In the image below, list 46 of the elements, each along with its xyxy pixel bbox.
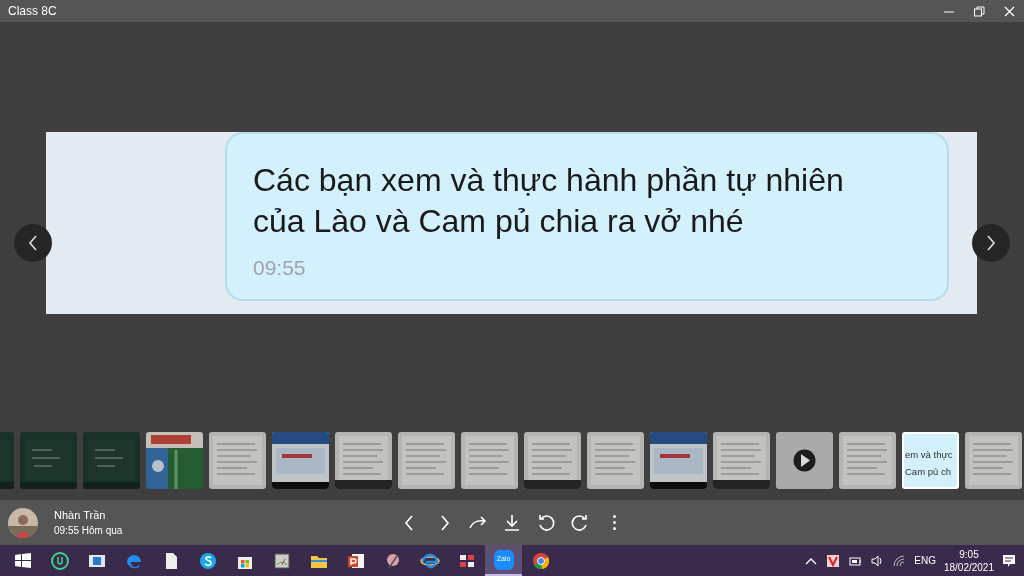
thumbnail[interactable] xyxy=(650,432,707,489)
gauge-icon xyxy=(271,550,292,571)
thumbnail[interactable] xyxy=(20,432,77,489)
thumbnail[interactable] xyxy=(398,432,455,489)
window-title: Class 8C xyxy=(8,3,57,20)
clock-date: 18/02/2021 xyxy=(943,560,994,574)
next-button[interactable] xyxy=(972,224,1010,262)
download-icon xyxy=(502,512,522,533)
thumbnail[interactable] xyxy=(839,432,896,489)
wifi-icon[interactable] xyxy=(892,553,907,568)
notification-icon[interactable] xyxy=(1002,553,1016,568)
more-icon xyxy=(612,515,616,530)
thumbnail[interactable] xyxy=(713,432,770,489)
thumbnail[interactable] xyxy=(272,432,329,489)
thumbnail[interactable] xyxy=(146,432,203,489)
speaker-icon[interactable] xyxy=(870,553,885,568)
thumbnail[interactable] xyxy=(461,432,518,489)
avatar xyxy=(8,507,38,538)
message-text: Các bạn xem và thực hành phần tự nhiên của Lào và Cam pủ chia ra vở nhé xyxy=(253,161,845,241)
thumbnail[interactable] xyxy=(524,432,581,489)
previous-button[interactable] xyxy=(14,224,52,262)
thumbnail[interactable] xyxy=(335,432,392,489)
language-indicator[interactable]: ENG xyxy=(914,553,936,568)
thumbnail-text: Cam pủ ch xyxy=(905,465,951,479)
thumbnail[interactable] xyxy=(965,432,1022,489)
sent-time: 09:55 Hôm qua xyxy=(54,524,123,539)
rotate-left-icon xyxy=(536,512,556,533)
chevron-right-icon xyxy=(986,235,996,251)
v-tray-icon[interactable] xyxy=(826,553,841,568)
close-icon xyxy=(1003,5,1015,17)
chevron-left-icon xyxy=(28,235,38,251)
thumbnail[interactable] xyxy=(776,432,833,489)
message-time: 09:55 xyxy=(253,255,307,281)
rotate-right-icon xyxy=(570,512,590,533)
thumbnail[interactable] xyxy=(209,432,266,489)
restore-icon xyxy=(973,5,985,17)
clock-time: 9:05 xyxy=(958,547,980,561)
skype-icon xyxy=(197,550,218,571)
chrome-icon xyxy=(530,550,551,571)
ring-icon xyxy=(49,550,70,571)
start-icon xyxy=(12,550,33,571)
thumbnail[interactable] xyxy=(587,432,644,489)
thumbnail-text: em và thực xyxy=(905,448,953,462)
sender-name: Nhàn Trần xyxy=(54,507,107,523)
thumbnail[interactable]: em và thực Cam pủ ch xyxy=(902,432,959,489)
thumbnail[interactable] xyxy=(83,432,140,489)
